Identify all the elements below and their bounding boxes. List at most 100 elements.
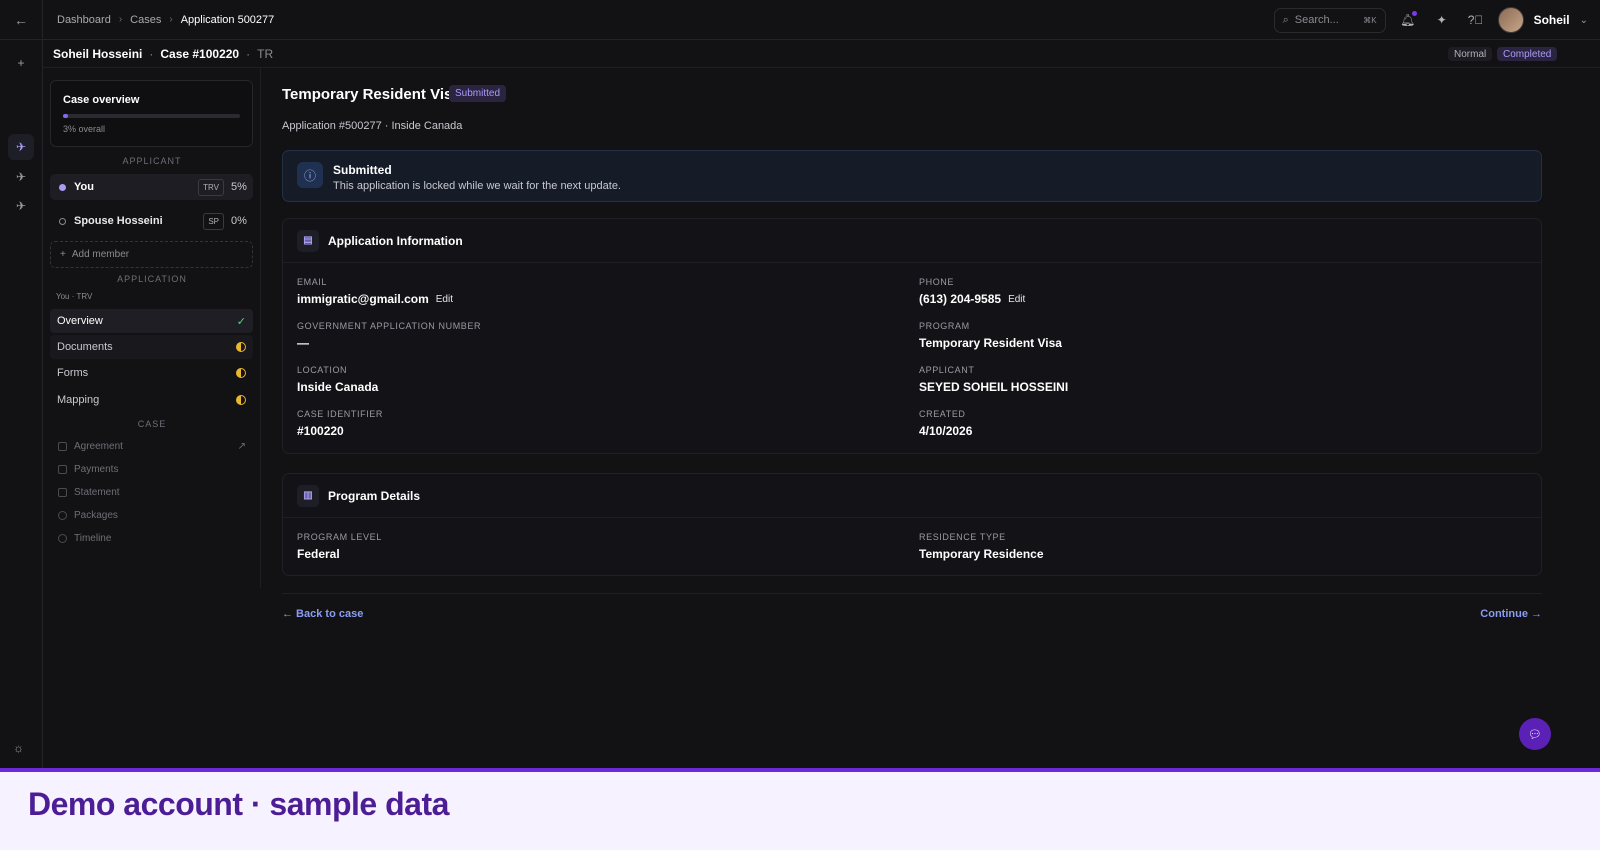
nav-mapping[interactable]: Mapping [50,388,253,412]
plane-icon[interactable]: ✈ [8,164,34,190]
field-value: (613) 204-9585 [919,292,1002,306]
case-code: TR [257,46,274,61]
bell-icon[interactable]: 🔔︎ [1396,8,1420,32]
breadcrumb-cases[interactable]: Cases [130,14,161,26]
plane-icon[interactable]: ✈ [8,134,34,160]
back-arrow-icon[interactable]: ← [0,0,43,40]
chevron-right-icon: › [169,14,173,25]
created-field: CREATED 4/10/2026 [919,409,972,438]
case-header: Soheil Hosseini · Case #100220 · TR [43,40,1600,68]
card-header: ▥ Program Details [283,474,1541,518]
location-field: LOCATION Inside Canada [297,365,378,394]
sun-icon[interactable]: ☼ [13,741,24,755]
case-item-statement[interactable]: Statement [58,483,120,501]
member-pct: 5% [231,181,247,193]
field-label: GOVERNMENT APPLICATION NUMBER [297,321,482,331]
overall-label: 3% overall [63,124,106,134]
member-spouse[interactable]: Spouse Hosseini SP 0% [50,208,253,234]
status-badge: Submitted [449,85,507,102]
chat-icon[interactable]: 💬︎ [1519,718,1551,750]
clock-icon [58,533,67,543]
case-overview-card[interactable]: Case overview 3% overall [50,80,253,147]
add-member-button[interactable]: + Add member [50,241,253,268]
member-tag: SP [203,212,224,230]
half-progress-icon [236,342,246,352]
field-value: #100220 [297,424,344,438]
card-header: ▤ Application Information [283,219,1541,263]
building-icon: ▥ [297,484,319,507]
plus-icon[interactable]: + [8,50,34,76]
case-heading: CASE [137,419,167,429]
divider [282,593,1542,594]
field-label: APPLICANT [919,365,975,375]
document-icon [58,441,67,451]
program-level-field: PROGRAM LEVEL Federal [297,532,382,561]
nav-documents[interactable]: Documents [50,335,253,359]
member-name: You [74,181,94,193]
field-label: PROGRAM LEVEL [297,532,382,542]
sparkle-icon[interactable]: ✦ [1430,8,1454,32]
member-you[interactable]: You TRV 5% [50,174,253,200]
edit-phone-button[interactable]: Edit [1008,294,1025,305]
case-item-agreement[interactable]: Agreement ↗ [58,437,246,455]
member-status-dot [59,217,66,225]
case-number: Case #100220 [160,46,240,61]
nav-forms[interactable]: Forms [50,361,253,385]
nav-label: Documents [57,341,113,353]
nav-overview[interactable]: Overview ✓ [50,309,253,333]
nav-label: Overview [57,315,103,327]
card-title: Application Information [328,233,463,248]
continue-link[interactable]: Continue → [1480,608,1542,620]
member-status-dot [59,183,66,191]
search-icon: ⌕ [1282,13,1289,26]
edit-email-button[interactable]: Edit [436,294,453,305]
field-label: EMAIL [297,277,328,287]
application-heading: APPLICATION [117,274,187,284]
back-to-case-link[interactable]: ← Back to case [282,608,363,620]
case-item-label: Packages [74,509,118,521]
external-link-icon: ↗ [237,440,246,452]
field-value: SEYED SOHEIL HOSSEINI [919,380,1069,394]
plus-icon: + [60,249,66,260]
avatar[interactable] [1497,7,1524,33]
plane-icon[interactable]: ✈ [8,193,34,219]
case-item-packages[interactable]: Packages [58,506,118,524]
breadcrumb-dashboard[interactable]: Dashboard [57,14,111,26]
field-value: immigratic@gmail.com [297,292,429,306]
search-input[interactable]: ⌕ Search... ⌘K [1273,7,1386,33]
add-member-label: Add member [71,249,130,260]
member-pct: 0% [231,215,247,227]
user-name[interactable]: Soheil [1534,13,1570,27]
demo-banner: Demo account · sample data [0,768,1600,850]
field-label: RESIDENCE TYPE [919,532,1006,542]
breadcrumb: Dashboard › Cases › Application 500277 [57,14,274,26]
help-icon[interactable]: ?⃝ [1464,8,1488,32]
client-name: Soheil Hosseini [53,46,143,61]
field-label: PHONE [919,277,955,287]
field-value: — [297,336,309,350]
half-progress-icon [236,368,246,378]
member-name: Spouse Hosseini [74,215,163,227]
case-status-badge: Completed [1497,47,1558,61]
case-item-label: Payments [74,463,119,475]
top-bar: ← Dashboard › Cases › Application 500277… [0,0,1600,40]
case-overview-title: Case overview [63,94,140,106]
submitted-banner: ⓘ Submitted This application is locked w… [282,150,1542,202]
document-icon: ▤ [297,229,319,252]
field-label: CREATED [919,409,966,419]
info-icon: ⓘ [297,162,323,188]
case-item-payments[interactable]: Payments [58,460,118,478]
field-value: Inside Canada [297,380,379,394]
gov-number-field: GOVERNMENT APPLICATION NUMBER — [297,321,481,350]
demo-banner-text: Demo account · sample data [28,786,449,822]
case-item-timeline[interactable]: Timeline [58,529,111,547]
case-item-label: Timeline [74,532,112,544]
banner-title: Submitted [333,163,392,177]
search-shortcut: ⌘K [1363,15,1377,25]
phone-field: PHONE (613) 204-9585 Edit [919,277,1025,306]
page-title: Temporary Resident Visa [282,86,461,103]
search-placeholder: Search... [1294,14,1339,26]
email-field: EMAIL immigratic@gmail.com Edit [297,277,453,306]
chevron-down-icon[interactable]: ⌄ [1580,15,1588,26]
case-identifier-field: CASE IDENTIFIER #100220 [297,409,383,438]
